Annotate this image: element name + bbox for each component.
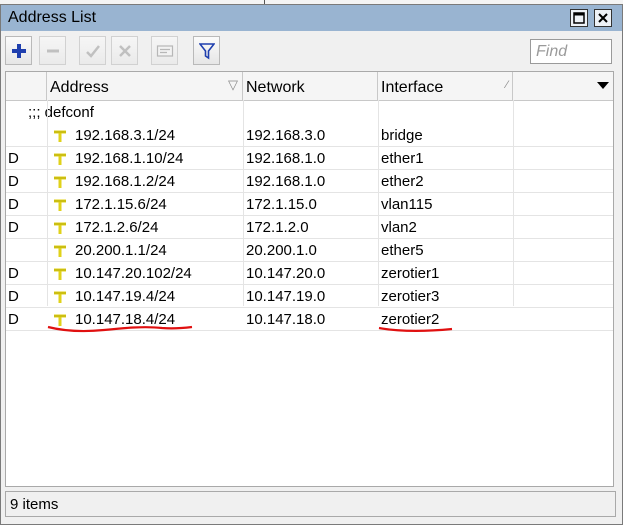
table-row[interactable]: D 10.147.19.4/24 10.147.19.0 zerotier3 — [6, 285, 613, 308]
address-icon — [54, 291, 66, 303]
close-icon — [598, 13, 608, 23]
table-row[interactable]: 20.200.1.1/24 20.200.1.0 ether5 — [6, 239, 613, 262]
table-row[interactable]: 192.168.3.1/24 192.168.3.0 bridge — [6, 124, 613, 147]
interface-cell: ether1 — [381, 150, 424, 167]
item-count: 9 items — [10, 496, 59, 513]
address-header-label: Address — [50, 79, 109, 96]
close-button[interactable] — [594, 9, 612, 27]
remove-button[interactable] — [39, 36, 66, 65]
dropdown-arrow-icon — [597, 82, 609, 89]
address-cell: 20.200.1.1/24 — [75, 242, 167, 259]
address-list-window: Address List Addre — [0, 4, 623, 525]
column-divider — [378, 100, 379, 306]
address-icon — [54, 130, 66, 142]
address-cell: 172.1.2.6/24 — [75, 219, 159, 236]
address-cell: 10.147.19.4/24 — [75, 288, 176, 305]
interface-cell: vlan115 — [381, 196, 433, 213]
address-icon — [54, 153, 66, 165]
address-icon — [54, 199, 66, 211]
resize-icon: ⁄ — [506, 79, 508, 91]
address-icon — [54, 222, 66, 234]
network-cell: 10.147.18.0 — [246, 311, 326, 328]
column-divider — [47, 100, 48, 306]
network-cell: 10.147.19.0 — [246, 288, 326, 305]
address-cell: 10.147.20.102/24 — [75, 265, 192, 282]
network-cell: 192.168.1.0 — [246, 173, 326, 190]
enable-button[interactable] — [79, 36, 106, 65]
interface-cell: bridge — [381, 127, 423, 144]
address-cell: 172.1.15.6/24 — [75, 196, 167, 213]
flag-cell: D — [8, 265, 19, 282]
column-header-address[interactable]: Address ▽ — [47, 72, 243, 100]
address-cell: 192.168.1.2/24 — [75, 173, 176, 190]
interface-cell: ether2 — [381, 173, 424, 190]
column-header-interface[interactable]: Interface ⁄ — [378, 72, 513, 100]
status-bar: 9 items — [5, 491, 616, 517]
plus-icon — [11, 43, 26, 58]
interface-header-label: Interface — [381, 79, 444, 96]
flag-cell: D — [8, 196, 19, 213]
column-divider — [243, 100, 244, 306]
flag-cell: D — [8, 150, 19, 167]
filter-icon — [198, 42, 215, 59]
table-header: Address ▽ Network Interface ⁄ — [6, 72, 613, 101]
filter-button[interactable] — [193, 36, 220, 65]
address-cell: 192.168.1.10/24 — [75, 150, 184, 167]
toolbar — [1, 31, 622, 71]
column-divider — [513, 100, 514, 306]
address-icon — [54, 176, 66, 188]
network-cell: 192.168.1.0 — [246, 150, 326, 167]
flag-cell: D — [8, 311, 19, 328]
disable-button[interactable] — [111, 36, 138, 65]
x-icon — [118, 44, 131, 57]
interface-cell: zerotier1 — [381, 265, 440, 282]
minus-icon — [46, 49, 59, 52]
table-row[interactable]: D 172.1.2.6/24 172.1.2.0 vlan2 — [6, 216, 613, 239]
address-icon — [54, 245, 66, 257]
column-menu-button[interactable] — [593, 72, 613, 100]
network-cell: 192.168.3.0 — [246, 127, 326, 144]
comment-text: ;;; defconf — [28, 104, 94, 121]
comment-button[interactable] — [151, 36, 178, 65]
address-icon — [54, 268, 66, 280]
add-button[interactable] — [5, 36, 32, 65]
find-input[interactable] — [530, 39, 612, 64]
table-row[interactable]: D 10.147.20.102/24 10.147.20.0 zerotier1 — [6, 262, 613, 285]
sort-icon: ▽ — [228, 77, 238, 92]
address-table: Address ▽ Network Interface ⁄ ;;; defcon… — [5, 71, 614, 487]
window-title: Address List — [8, 9, 97, 26]
table-row[interactable]: D 172.1.15.6/24 172.1.15.0 vlan115 — [6, 193, 613, 216]
network-header-label: Network — [246, 79, 305, 96]
network-cell: 10.147.20.0 — [246, 265, 326, 282]
maximize-button[interactable] — [570, 9, 588, 27]
maximize-icon — [573, 12, 585, 24]
check-icon — [85, 44, 100, 58]
network-cell: 20.200.1.0 — [246, 242, 317, 259]
annotation-underline-interface — [378, 326, 453, 332]
table-row[interactable]: D 192.168.1.2/24 192.168.1.0 ether2 — [6, 170, 613, 193]
title-bar[interactable]: Address List — [1, 5, 622, 31]
comment-row[interactable]: ;;; defconf — [6, 101, 613, 124]
flag-cell: D — [8, 219, 19, 236]
interface-cell: vlan2 — [381, 219, 417, 236]
flag-cell: D — [8, 288, 19, 305]
interface-cell: ether5 — [381, 242, 424, 259]
column-header-flags[interactable] — [6, 72, 47, 100]
interface-cell: zerotier3 — [381, 288, 440, 305]
network-cell: 172.1.2.0 — [246, 219, 309, 236]
network-cell: 172.1.15.0 — [246, 196, 317, 213]
address-cell: 192.168.3.1/24 — [75, 127, 176, 144]
annotation-underline-address — [47, 325, 193, 333]
table-row[interactable]: D 192.168.1.10/24 192.168.1.0 ether1 — [6, 147, 613, 170]
column-header-network[interactable]: Network — [243, 72, 378, 100]
comment-icon — [156, 44, 173, 57]
flag-cell: D — [8, 173, 19, 190]
